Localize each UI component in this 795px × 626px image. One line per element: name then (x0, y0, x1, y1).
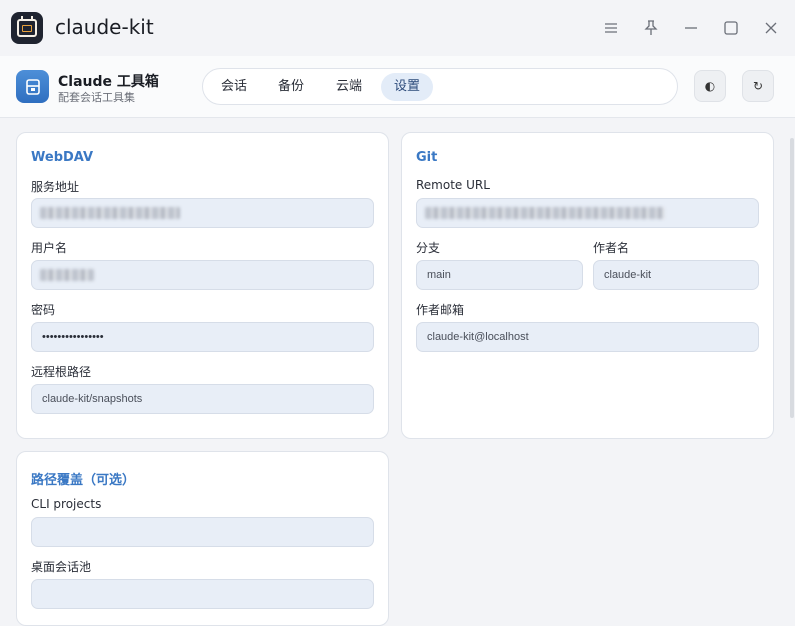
author-email-label: 作者邮箱 (416, 303, 465, 317)
cli-projects-input[interactable] (31, 517, 374, 547)
branch-input[interactable]: main (416, 260, 583, 290)
password-value: •••••••••••••••• (42, 331, 104, 343)
app-calendar-icon (11, 12, 43, 44)
refresh-button[interactable]: ↻ (742, 70, 774, 102)
brand-title: Claude 工具箱 (58, 74, 159, 90)
brand-toolbox-icon (16, 70, 49, 103)
minimize-icon[interactable] (680, 17, 702, 39)
cli-projects-label: CLI projects (31, 497, 102, 511)
vertical-scrollbar[interactable] (789, 118, 795, 613)
redacted-blur (425, 207, 665, 219)
pin-icon[interactable] (640, 17, 662, 39)
username-input[interactable] (31, 260, 374, 290)
maximize-icon[interactable] (720, 17, 742, 39)
desktop-pool-input[interactable] (31, 579, 374, 609)
remote-url-label: Remote URL (416, 178, 490, 192)
author-name-input[interactable]: claude-kit (593, 260, 759, 290)
remote-root-input[interactable]: claude-kit/snapshots (31, 384, 374, 414)
server-address-label: 服务地址 (31, 180, 80, 194)
branch-label: 分支 (416, 241, 441, 255)
tab-sessions[interactable]: 会话 (208, 73, 260, 101)
menu-icon[interactable] (600, 17, 622, 39)
path-override-card: 路径覆盖（可选） CLI projects 桌面会话池 (16, 451, 389, 626)
username-label: 用户名 (31, 241, 68, 255)
tab-settings[interactable]: 设置 (381, 73, 434, 101)
scrollbar-thumb[interactable] (790, 138, 794, 418)
contrast-icon: ◐ (704, 79, 716, 93)
password-label: 密码 (31, 303, 56, 317)
desktop-pool-label: 桌面会话池 (31, 560, 92, 574)
close-icon[interactable] (760, 17, 782, 39)
webdav-title: WebDAV (31, 150, 94, 165)
theme-toggle-button[interactable]: ◐ (694, 70, 726, 102)
refresh-icon: ↻ (752, 79, 764, 93)
redacted-blur (40, 269, 94, 281)
git-title: Git (416, 150, 438, 165)
author-email-input[interactable]: claude-kit@localhost (416, 322, 759, 352)
password-input[interactable]: •••••••••••••••• (31, 322, 374, 352)
redacted-blur (40, 207, 180, 219)
tab-cloud[interactable]: 云端 (323, 73, 375, 101)
tab-backup[interactable]: 备份 (265, 73, 317, 101)
main-tabs: 会话 备份 云端 设置 (202, 68, 678, 105)
webdav-card: WebDAV 服务地址 用户名 密码 •••••••••••••••• 远程根路… (16, 132, 389, 439)
git-card: Git Remote URL 分支 main 作者名 claude-kit 作者… (401, 132, 774, 439)
path-override-title: 路径覆盖（可选） (31, 473, 136, 488)
window-titlebar: claude-kit (0, 0, 795, 56)
remote-root-label: 远程根路径 (31, 365, 92, 379)
app-header: Claude 工具箱 配套会话工具集 会话 备份 云端 设置 ◐ ↻ (0, 56, 795, 118)
window-title: claude-kit (55, 15, 154, 39)
remote-url-input[interactable] (416, 198, 759, 228)
author-name-label: 作者名 (593, 241, 630, 255)
server-address-input[interactable] (31, 198, 374, 228)
brand-subtitle: 配套会话工具集 (58, 91, 135, 104)
